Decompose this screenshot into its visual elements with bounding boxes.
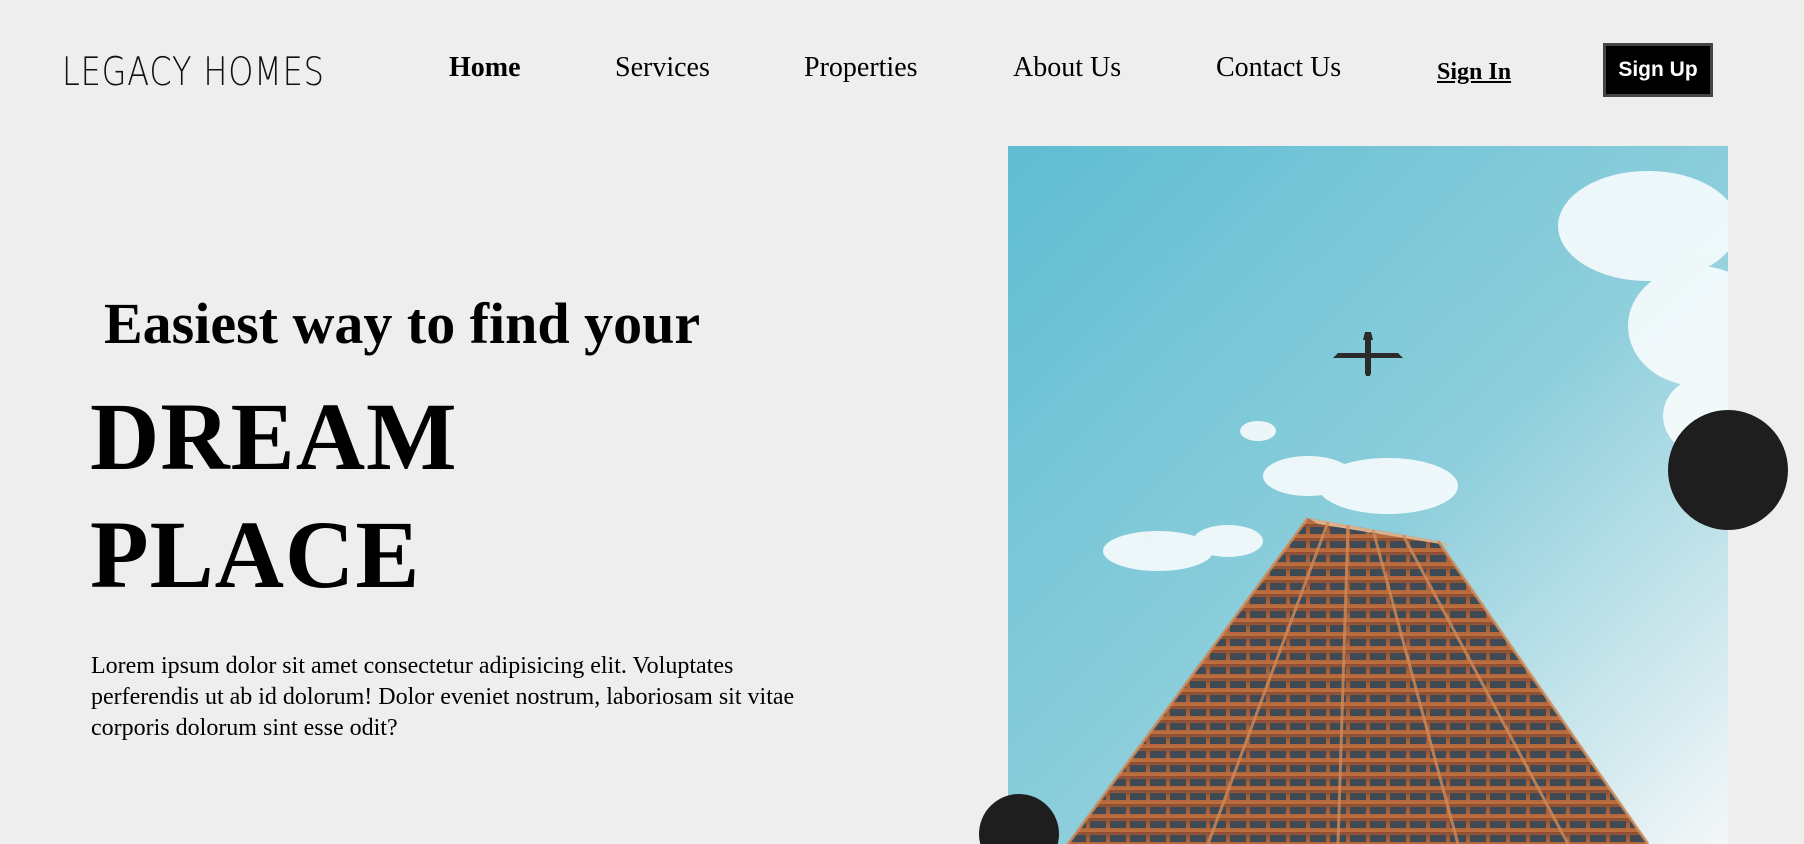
nav-contact-us[interactable]: Contact Us — [1216, 52, 1341, 84]
headline-line-1: DREAM — [90, 383, 458, 490]
nav-home[interactable]: Home — [449, 52, 521, 84]
headline-line-2: PLACE — [90, 501, 421, 608]
hero-description: Lorem ipsum dolor sit amet consectetur a… — [91, 653, 795, 741]
hero-image-skyscraper — [1008, 146, 1728, 844]
hero-headline: DREAM PLACE — [90, 378, 458, 614]
landing-page: LEGACY HOMES Home Services Properties Ab… — [0, 0, 1804, 844]
nav-services[interactable]: Services — [615, 52, 710, 84]
hero-tagline: Easiest way to find your — [104, 291, 701, 356]
logo[interactable]: LEGACY HOMES — [62, 50, 325, 95]
sign-up-button[interactable]: Sign Up — [1603, 43, 1713, 97]
nav-properties[interactable]: Properties — [804, 52, 918, 84]
nav-about-us[interactable]: About Us — [1013, 52, 1121, 84]
sign-in-link[interactable]: Sign In — [1437, 59, 1511, 86]
decorative-circle — [1668, 410, 1788, 530]
